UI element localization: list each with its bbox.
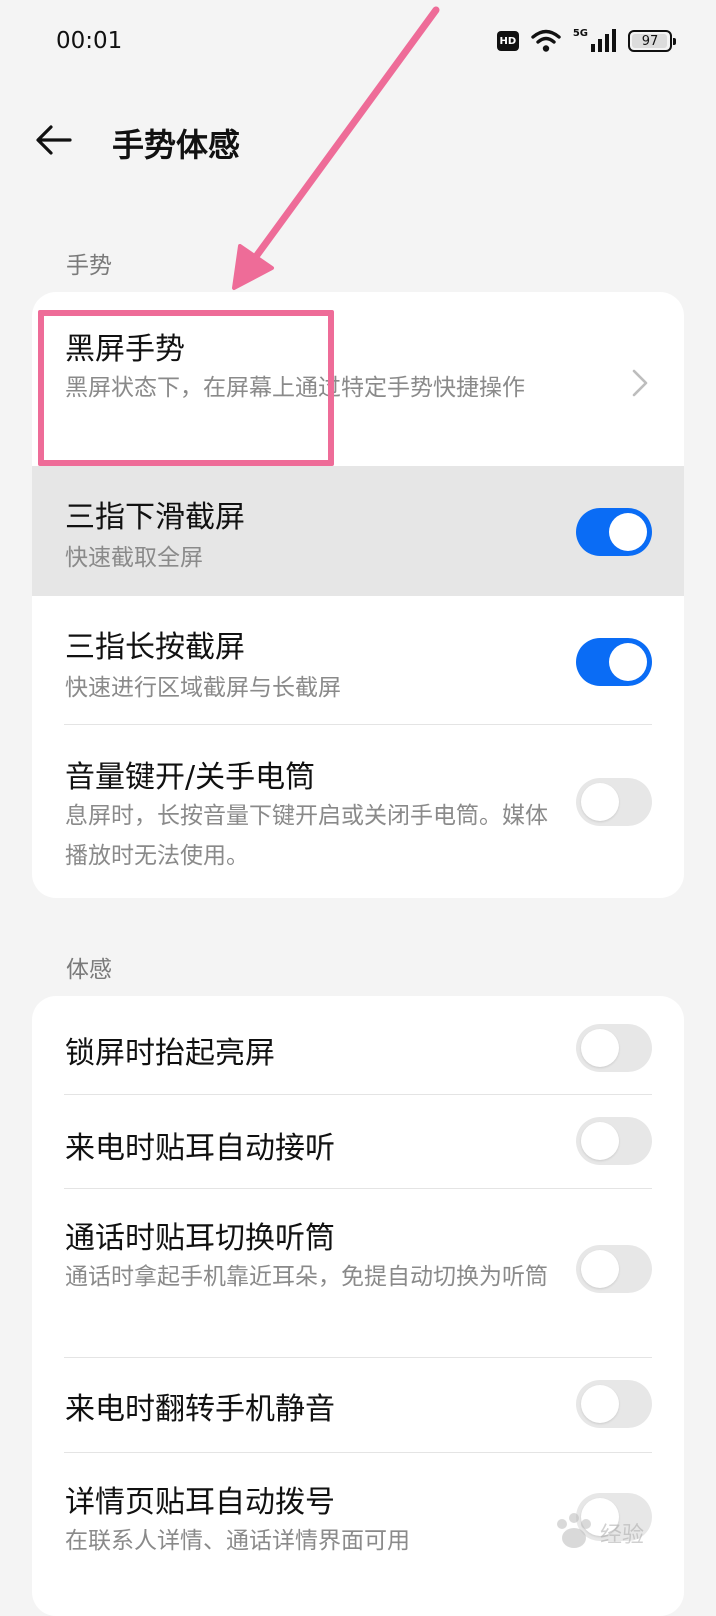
section-label-gestures: 手势 <box>66 253 112 279</box>
baidu-watermark-logo: 经验 <box>557 1513 644 1548</box>
svg-text:经验: 经验 <box>600 1523 644 1548</box>
network-type: 5G <box>572 27 588 39</box>
row-title: 三指下滑截屏 <box>65 500 245 535</box>
row-title: 通话时贴耳切换听筒 <box>65 1221 335 1256</box>
toggle-switch[interactable] <box>576 1380 652 1428</box>
toggle-switch[interactable] <box>576 638 652 686</box>
arrow-left-icon <box>36 125 72 155</box>
toggle-knob <box>581 783 619 821</box>
header: 手势体感 <box>0 100 716 180</box>
signal-icon <box>591 29 616 52</box>
wifi-icon <box>531 29 561 52</box>
row-title: 三指长按截屏 <box>65 630 245 665</box>
back-button[interactable] <box>34 120 74 160</box>
row-flip-to-mute[interactable]: 来电时翻转手机静音 <box>32 1358 684 1452</box>
page-title: 手势体感 <box>112 126 241 164</box>
row-volume-key-flashlight[interactable]: 音量键开/关手电筒 息屏时，长按音量下键开启或关闭手电筒。媒体播放时无法使用。 <box>32 726 684 898</box>
row-subtitle: 通话时拿起手机靠近耳朵，免提自动切换为听筒 <box>65 1264 548 1290</box>
row-auto-answer-near-ear[interactable]: 来电时贴耳自动接听 <box>32 1095 684 1188</box>
toggle-knob <box>609 643 647 681</box>
row-subtitle: 在联系人详情、通话详情界面可用 <box>65 1528 410 1554</box>
row-title: 音量键开/关手电筒 <box>65 760 316 795</box>
toggle-switch[interactable] <box>576 1245 652 1293</box>
toggle-knob <box>581 1385 619 1423</box>
annotation-highlight-box <box>38 310 334 466</box>
toggle-knob <box>581 1122 619 1160</box>
divider <box>64 724 652 725</box>
toggle-knob <box>609 513 647 551</box>
status-time: 00:01 <box>56 28 123 54</box>
row-title: 详情页贴耳自动拨号 <box>65 1485 335 1520</box>
toggle-switch[interactable] <box>576 778 652 826</box>
status-icons: HD 5G 97 <box>496 26 676 56</box>
row-raise-to-wake[interactable]: 锁屏时抬起亮屏 <box>32 996 684 1094</box>
status-bar: 00:01 HD 5G 97 <box>0 0 716 84</box>
row-three-finger-swipe-screenshot[interactable]: 三指下滑截屏 快速截取全屏 <box>32 466 684 596</box>
chevron-right-icon <box>632 369 648 397</box>
row-subtitle: 快速进行区域截屏与长截屏 <box>65 675 341 701</box>
hd-badge: HD <box>496 31 519 51</box>
row-subtitle: 息屏时，长按音量下键开启或关闭手电筒。媒体播放时无法使用。 <box>65 803 548 869</box>
toggle-knob <box>581 1250 619 1288</box>
toggle-switch[interactable] <box>576 508 652 556</box>
toggle-switch[interactable] <box>576 1117 652 1165</box>
toggle-knob <box>581 1029 619 1067</box>
row-three-finger-hold-screenshot[interactable]: 三指长按截屏 快速进行区域截屏与长截屏 <box>32 596 684 726</box>
row-title: 来电时翻转手机静音 <box>65 1392 335 1427</box>
battery-icon: 97 <box>628 30 676 52</box>
row-title: 来电时贴耳自动接听 <box>65 1131 335 1166</box>
section-label-motion: 体感 <box>66 957 112 983</box>
row-subtitle: 快速截取全屏 <box>65 545 203 571</box>
row-title: 锁屏时抬起亮屏 <box>65 1036 275 1071</box>
battery-level: 97 <box>641 33 659 49</box>
toggle-switch[interactable] <box>576 1024 652 1072</box>
row-switch-to-earpiece[interactable]: 通话时贴耳切换听筒 通话时拿起手机靠近耳朵，免提自动切换为听筒 <box>32 1189 684 1357</box>
